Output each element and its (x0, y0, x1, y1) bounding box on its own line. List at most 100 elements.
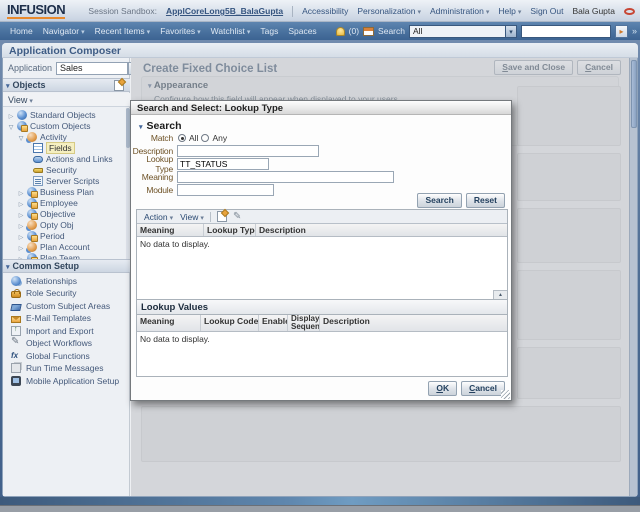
scroll-to-top-icon[interactable] (493, 290, 507, 299)
match-any-radio[interactable] (201, 134, 210, 142)
page-header: Application Composer (2, 43, 638, 58)
search-go-button[interactable]: ▸ (614, 24, 628, 38)
match-all-radio[interactable] (178, 134, 186, 142)
alerts-bell-icon[interactable] (335, 26, 345, 36)
tree-item-standard-objects[interactable]: Standard Objects (7, 109, 96, 120)
accessibility-link[interactable]: Accessibility (302, 6, 348, 16)
sidebar-item-global-functions[interactable]: Global Functions (3, 350, 90, 362)
help-menu[interactable]: Help (498, 6, 521, 16)
dialog-title-bar[interactable]: Search and Select: Lookup Type (131, 101, 511, 115)
column-header-display-sequence[interactable]: Display Sequence (288, 315, 320, 331)
tree-item-objective[interactable]: Objective (17, 208, 75, 220)
administration-label[interactable]: Administration (430, 6, 484, 16)
advanced-search-icon[interactable]: » (632, 26, 637, 36)
tree-item-security[interactable]: Security (31, 164, 77, 175)
objects-accordion-header[interactable]: Objects (3, 78, 130, 92)
view-menu[interactable]: View (8, 95, 33, 105)
meaning-label: Meaning (141, 172, 173, 182)
list-item-label: Custom Subject Areas (26, 301, 111, 311)
search-input[interactable] (520, 24, 611, 38)
description-field[interactable] (177, 145, 319, 157)
column-header-description[interactable]: Description (256, 224, 507, 236)
nav-watchlist[interactable]: Watchlist (211, 26, 251, 36)
results-table: Action View ✎ Meaning Lookup Type Descri… (136, 209, 508, 300)
expand-icon[interactable] (17, 198, 25, 208)
collapse-icon[interactable] (7, 121, 15, 131)
personalization-menu[interactable]: Personalization (357, 6, 421, 16)
tree-item-server-scripts[interactable]: Server Scripts (31, 175, 99, 186)
column-header-description[interactable]: Description (320, 315, 507, 331)
nav-home[interactable]: Home (10, 26, 33, 36)
subject-areas-icon (10, 303, 22, 311)
create-lookup-icon[interactable] (216, 211, 227, 222)
session-sandbox-link[interactable]: ApplCoreLong5B_BalaGupta (166, 6, 283, 16)
object-icon (27, 131, 37, 142)
tree-item-period[interactable]: Period (17, 230, 65, 242)
vertical-scrollbar[interactable] (629, 58, 637, 496)
column-header-meaning[interactable]: Meaning (137, 315, 201, 331)
help-label[interactable]: Help (498, 6, 515, 16)
sidebar-item-relationships[interactable]: Relationships (3, 275, 77, 287)
nav-tags[interactable]: Tags (260, 26, 278, 36)
common-setup-accordion-header[interactable]: Common Setup (3, 259, 130, 273)
links-icon (33, 155, 43, 163)
expand-icon[interactable] (7, 110, 15, 120)
tree-item-opty-obj[interactable]: Opty Obj (17, 219, 74, 230)
nav-spaces[interactable]: Spaces (288, 26, 316, 36)
tree-item-fields[interactable]: Fields (31, 141, 75, 154)
nav-favorites-label: Favorites (160, 26, 196, 36)
column-header-meaning[interactable]: Meaning (137, 224, 204, 236)
tree-item-actions-and-links[interactable]: Actions and Links (31, 153, 113, 164)
search-section-header[interactable]: Search (139, 120, 182, 132)
nav-favorites[interactable]: Favorites (160, 26, 200, 36)
sign-out-link[interactable]: Sign Out (530, 6, 563, 16)
expand-icon[interactable] (17, 242, 25, 252)
view-menu[interactable]: View (180, 212, 204, 222)
meaning-field[interactable] (177, 171, 394, 183)
nav-recent-items[interactable]: Recent Items (95, 26, 151, 36)
expand-icon[interactable] (17, 231, 25, 241)
tree-item-activity[interactable]: Activity (17, 131, 67, 142)
column-header-lookup-code[interactable]: Lookup Code (201, 315, 259, 331)
chevron-down-icon[interactable] (504, 25, 516, 37)
administration-menu[interactable]: Administration (430, 6, 489, 16)
sidebar-item-email-templates[interactable]: E-Mail Templates (3, 312, 91, 324)
column-header-enabled[interactable]: Enabled (259, 315, 288, 331)
list-item-label: Run Time Messages (26, 363, 104, 373)
user-name: Bala Gupta (572, 6, 615, 16)
object-icon (27, 197, 38, 209)
search-scope-select[interactable]: All (408, 24, 517, 38)
sidebar-item-role-security[interactable]: Role Security (3, 287, 77, 299)
sidebar-item-object-workflows[interactable]: Object Workflows (3, 336, 92, 349)
module-field[interactable] (177, 184, 274, 196)
tree-item-plan-team[interactable]: Plan Team (17, 252, 80, 259)
calendar-icon[interactable] (363, 26, 375, 36)
new-object-icon[interactable] (114, 79, 124, 91)
scrollbar-thumb[interactable] (631, 60, 637, 128)
application-select[interactable]: Sales (56, 61, 142, 75)
expand-icon[interactable] (17, 209, 25, 219)
expand-icon[interactable] (17, 220, 25, 230)
tree-item-custom-objects[interactable]: Custom Objects (7, 120, 90, 132)
collapse-icon[interactable] (17, 132, 25, 142)
dialog-cancel-button[interactable]: Cancel (461, 381, 505, 396)
column-header-lookup-type[interactable]: Lookup Type (204, 224, 256, 236)
reset-button[interactable]: Reset (465, 193, 505, 208)
nav-navigator[interactable]: Navigator (43, 26, 85, 36)
results-header-row: Meaning Lookup Type Description (137, 224, 507, 237)
ok-button[interactable]: OK (428, 381, 458, 396)
lookup-type-field[interactable] (177, 158, 269, 170)
search-button[interactable]: Search (417, 193, 462, 208)
tree-item-plan-account[interactable]: Plan Account (17, 241, 90, 252)
personalization-label[interactable]: Personalization (357, 6, 415, 16)
footer-band (0, 497, 640, 505)
sidebar-item-run-time-messages[interactable]: Run Time Messages (3, 362, 103, 374)
action-menu[interactable]: Action (144, 212, 173, 222)
expand-icon[interactable] (17, 187, 25, 197)
sidebar-item-mobile-application-setup[interactable]: Mobile Application Setup (3, 375, 119, 387)
sidebar-item-custom-subject-areas[interactable]: Custom Subject Areas (3, 300, 110, 312)
resize-grip[interactable] (501, 390, 510, 399)
tree-item-employee[interactable]: Employee (17, 197, 78, 209)
tree-item-business-plan[interactable]: Business Plan (17, 186, 94, 198)
edit-pencil-icon[interactable]: ✎ (233, 211, 241, 222)
